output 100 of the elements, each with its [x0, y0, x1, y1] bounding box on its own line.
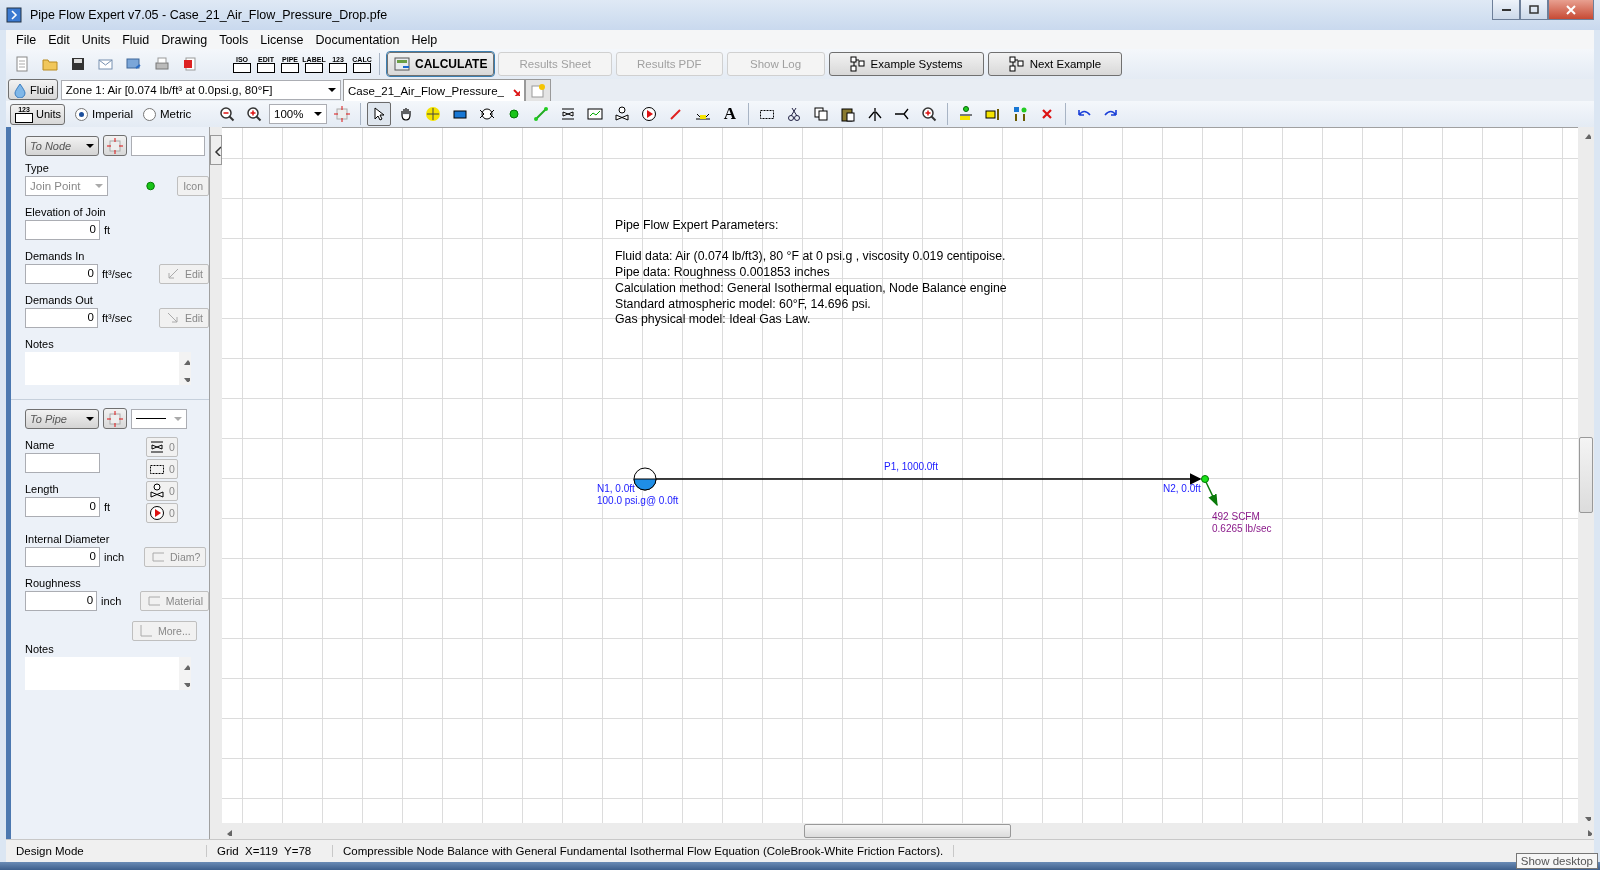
zoom-select[interactable]: 100% — [269, 104, 327, 124]
scrollbar-thumb[interactable] — [1579, 437, 1593, 513]
menu-item[interactable]: Units — [75, 32, 117, 47]
canvas-note: Calculation method: General Isothermal equation, Node Balance engine — [615, 280, 1007, 297]
bracket-icon — [150, 549, 166, 565]
vertical-scrollbar[interactable] — [1578, 127, 1594, 823]
node-selector[interactable]: To Node — [25, 135, 99, 156]
menu-item[interactable]: Tools — [213, 32, 255, 47]
unit-label: ft³/sec — [101, 312, 133, 324]
close-button[interactable] — [1548, 0, 1594, 20]
unit-radio[interactable]: Imperial — [75, 107, 133, 121]
number-field[interactable]: 0 — [25, 547, 100, 567]
pencil-icon[interactable] — [668, 106, 684, 122]
unit-label: ft — [104, 224, 112, 236]
new-tab-icon — [529, 82, 546, 99]
number-field[interactable]: 0 — [25, 591, 98, 611]
menu-item[interactable]: Drawing — [155, 32, 214, 47]
number-field[interactable]: 0 — [25, 497, 100, 517]
field-label: Type — [25, 162, 50, 174]
tank-node[interactable] — [633, 467, 657, 491]
copy-icon[interactable] — [813, 106, 829, 122]
pipe-name-field[interactable] — [25, 453, 100, 473]
locate-button[interactable] — [103, 408, 127, 429]
minimize-button[interactable] — [1492, 0, 1520, 20]
control-valve-icon — [149, 483, 165, 499]
menu-item[interactable]: File — [10, 32, 43, 47]
field-label: Internal Diameter — [25, 533, 111, 545]
status-message: Compressible Node Balance with General Fundamental Isothermal Flow Equation (ColeBrook-White Friction Factors). — [333, 845, 955, 857]
dot-icon[interactable] — [506, 106, 522, 122]
toolbar-button[interactable]: Next Example — [987, 52, 1123, 76]
flip-icon[interactable] — [867, 106, 883, 122]
collapse-panel-button[interactable] — [210, 135, 222, 165]
canvas-note: Gas physical model: Ideal Gas Law. — [615, 312, 812, 328]
clipboard-icon[interactable] — [840, 106, 856, 122]
status-mode: Design Mode — [6, 845, 207, 857]
fluid-zone-select[interactable]: Zone 1: Air [0.074 lb/ft³ at 0.0psi.g, 80°F] — [60, 79, 341, 100]
menu-item[interactable]: Fluid — [116, 32, 156, 47]
node-label: 100.0 psi.g@ 0.0ft — [597, 495, 679, 507]
menu-item[interactable]: Documentation — [309, 32, 406, 47]
radio-button[interactable] — [75, 107, 89, 121]
crosshair-icon[interactable] — [334, 106, 350, 122]
number-field[interactable]: 0 — [25, 264, 98, 284]
zoom-in-icon[interactable] — [246, 106, 262, 122]
menu-item[interactable]: License — [254, 32, 310, 47]
notes-field[interactable] — [25, 352, 191, 385]
field-label: Name — [25, 439, 56, 451]
maximize-button[interactable] — [1520, 0, 1548, 20]
node-name-field[interactable] — [131, 135, 205, 156]
pipe-line[interactable] — [655, 473, 1202, 485]
pump-icon[interactable] — [641, 106, 657, 122]
field-label: Elevation of Join — [25, 206, 107, 218]
monitor-icon[interactable] — [126, 56, 142, 72]
valve-icon[interactable] — [560, 106, 576, 122]
unit-radio[interactable]: Metric — [142, 107, 192, 121]
notes-field[interactable] — [25, 657, 191, 690]
canvas-note-title: Pipe Flow Expert Parameters: — [615, 218, 780, 234]
printer-icon[interactable] — [154, 56, 170, 72]
line-style-icon — [136, 418, 166, 419]
toolbar-button[interactable]: CALCULATE — [387, 52, 495, 76]
field-label: Notes — [25, 643, 55, 655]
horizontal-scrollbar[interactable] — [210, 823, 1594, 839]
node-arrow-icon[interactable] — [958, 106, 974, 122]
number-field[interactable]: 0 — [25, 220, 100, 240]
control-valve-icon[interactable] — [614, 106, 630, 122]
pointer-icon[interactable] — [371, 106, 387, 122]
pdf-icon[interactable] — [182, 56, 198, 72]
network-icon — [849, 56, 866, 72]
fan-icon[interactable] — [479, 106, 495, 122]
fluid-button[interactable]: Fluid — [8, 79, 58, 100]
zoom-out-icon[interactable] — [219, 106, 235, 122]
chart-icon[interactable] — [587, 106, 603, 122]
line-style-select[interactable] — [131, 408, 187, 429]
split-icon[interactable] — [894, 106, 910, 122]
resize-icon[interactable] — [985, 106, 1001, 122]
link-icon[interactable] — [533, 106, 549, 122]
radio-button[interactable] — [142, 107, 156, 121]
node-type-select[interactable]: Join Point — [25, 176, 109, 196]
join-node[interactable] — [1201, 475, 1209, 483]
menu-item[interactable]: Edit — [42, 32, 76, 47]
number-field[interactable]: 0 — [25, 308, 98, 328]
field-label: Roughness — [25, 577, 82, 589]
new-tab-button[interactable] — [524, 79, 551, 101]
document-tab[interactable]: Case_21_Air_Flow_Pressure_ — [343, 79, 525, 101]
field-label: Length — [25, 483, 60, 495]
text-tool[interactable]: A — [718, 102, 742, 126]
menu-item[interactable]: Help — [405, 32, 444, 47]
pipe-selector[interactable]: To Pipe — [25, 408, 99, 429]
scissors-icon[interactable] — [786, 106, 802, 122]
hand-icon[interactable] — [398, 106, 414, 122]
locate-button[interactable] — [103, 135, 127, 156]
align-icon[interactable] — [1012, 106, 1028, 122]
unit-label: inch — [101, 595, 123, 607]
node-label: N1, 0.0ft — [597, 483, 636, 495]
zoom-icon[interactable] — [921, 106, 937, 122]
status-grid: Grid X=119 Y=78 — [207, 845, 333, 857]
toolbar-button[interactable]: Example Systems — [828, 52, 984, 76]
corner-icon — [138, 623, 154, 639]
move-icon[interactable] — [425, 106, 441, 122]
dropdown-icon — [327, 87, 336, 92]
scrollbar-thumb[interactable] — [803, 824, 1011, 838]
